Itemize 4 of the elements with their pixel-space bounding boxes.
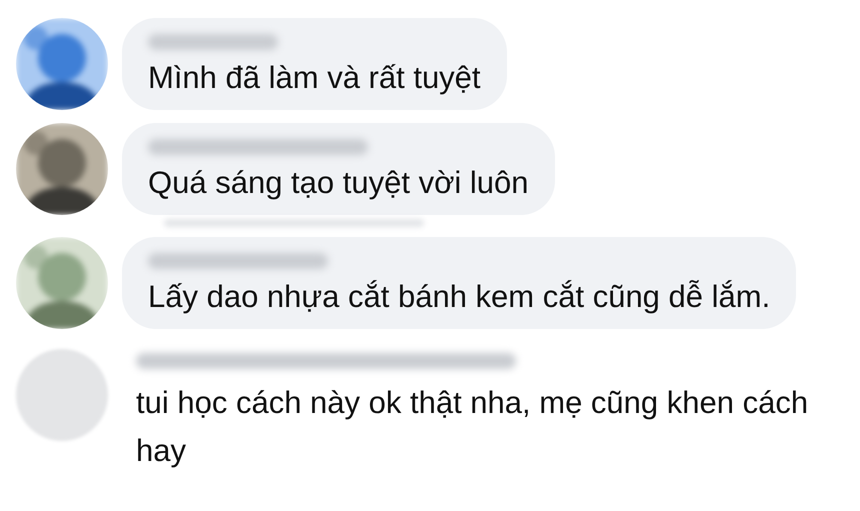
comment-text: Mình đã làm và rất tuyệt: [148, 59, 481, 97]
comment-text: tui học cách này ok thật nha, mẹ cũng khen cách hay: [136, 384, 810, 470]
comment-text: Quá sáng tạo tuyệt vời luôn: [148, 164, 529, 202]
comment-text: Lấy dao nhựa cắt bánh kem cắt cũng dễ lắm.: [148, 278, 770, 316]
